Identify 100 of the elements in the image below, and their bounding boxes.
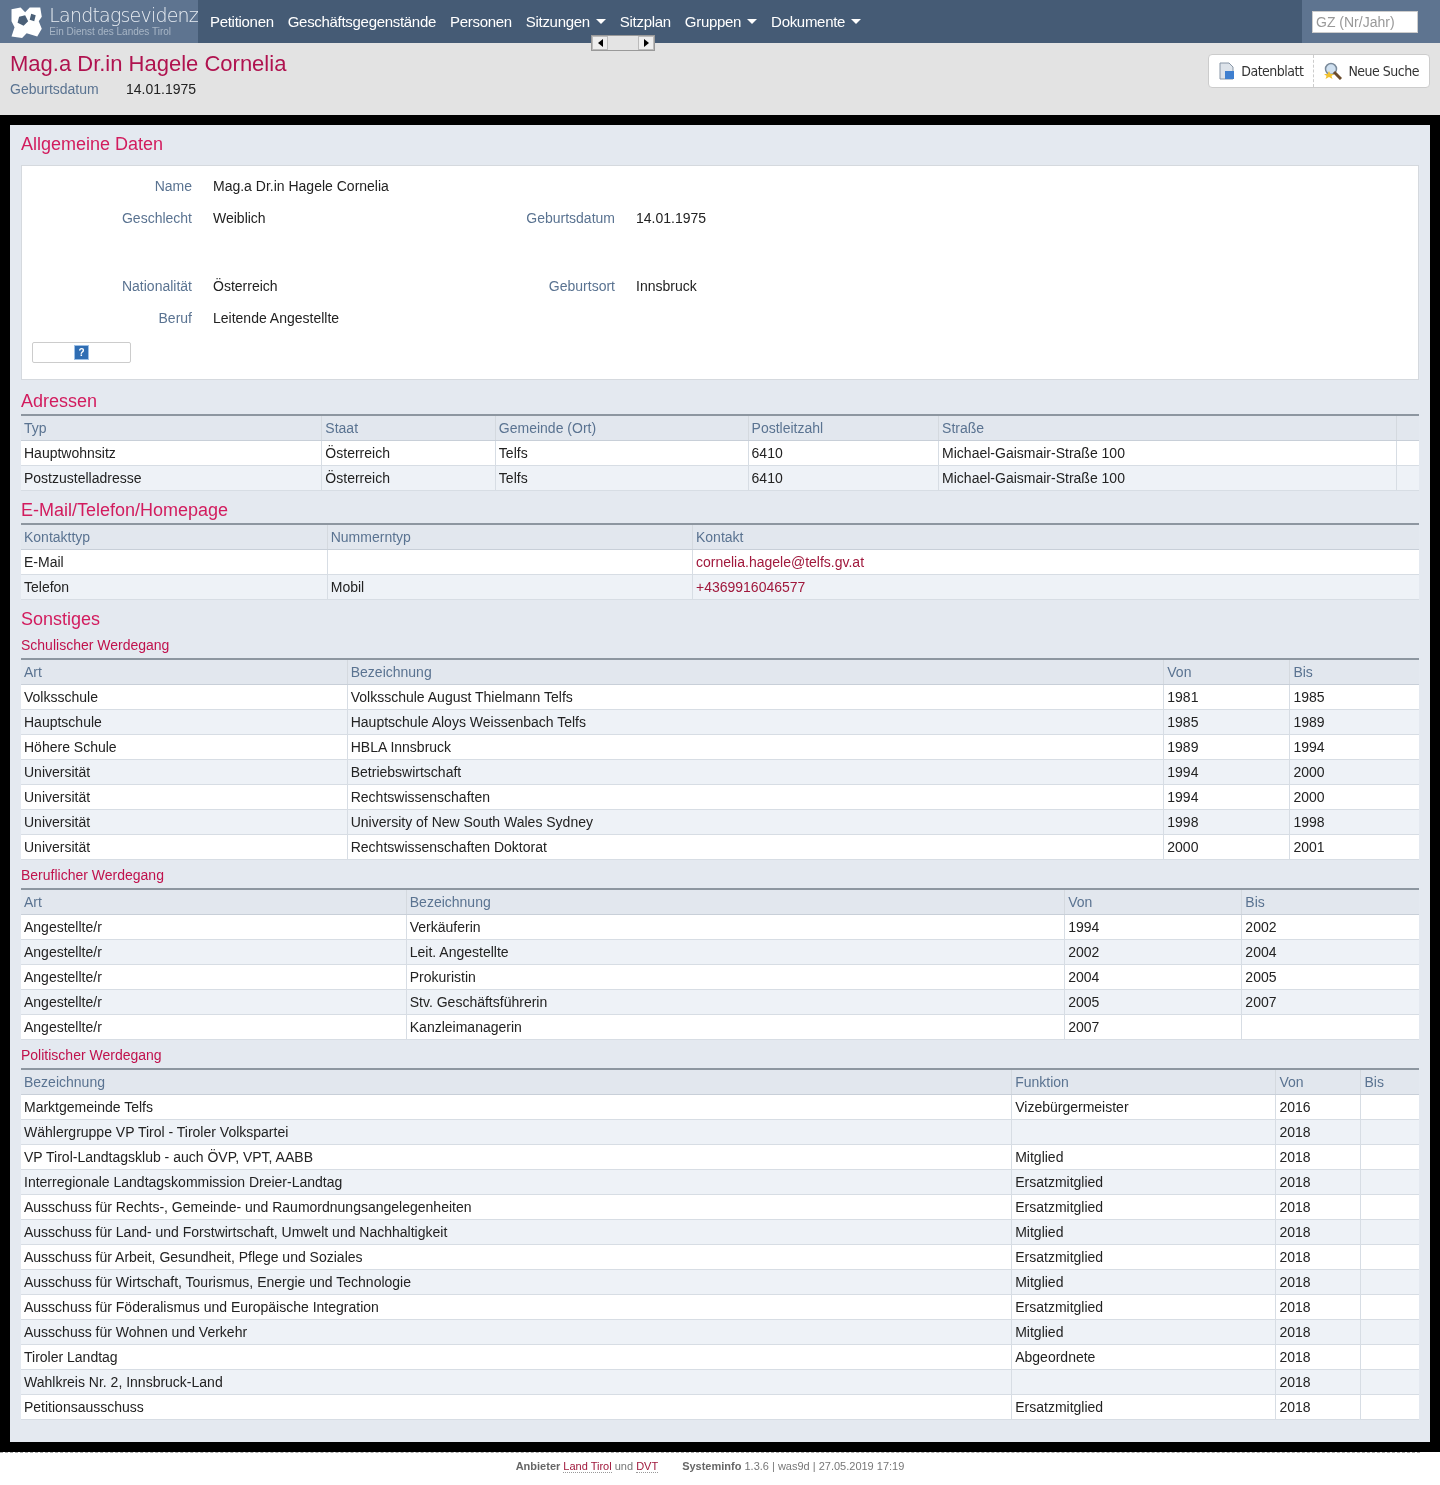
table-cell: 2004: [1068, 969, 1100, 985]
column-header: Von: [1064, 889, 1242, 915]
subsection-title: Politischer Werdegang: [21, 1046, 163, 1064]
column-header: Bis: [1360, 1069, 1419, 1095]
table-cell: VP Tirol-Landtagsklub - auch ÖVP, VPT, AABB: [24, 1149, 313, 1165]
field-label: Geburtsdatum: [525, 210, 615, 226]
nav-link[interactable]: Sitzplan: [612, 13, 678, 30]
table-cell: Österreich: [321, 440, 496, 466]
nav-link[interactable]: Geschäftsgegenstände: [280, 13, 443, 30]
document-icon: [1219, 62, 1236, 80]
brand-logo[interactable]: Landtagsevidenz Ein Dienst des Landes Tirol: [0, 0, 198, 43]
brand-tagline: Ein Dienst des Landes Tirol: [49, 27, 172, 37]
provider-text: Anbieter Land Tirol und DVT: [515, 1460, 659, 1475]
field-value: 14.01.1975: [636, 210, 708, 226]
column-header: Bis: [1241, 889, 1419, 915]
column-header: Art: [21, 889, 407, 915]
birthdate-label: Geburtsdatum: [10, 81, 100, 97]
column-header: Staat: [321, 415, 496, 441]
table-cell: 2018: [1279, 1374, 1311, 1390]
table-cell: 2018: [1279, 1274, 1311, 1290]
table-cell: Postzustelladresse: [21, 465, 322, 491]
nav-link[interactable]: Gruppen: [677, 13, 765, 30]
table-cell: 1998: [1293, 814, 1325, 830]
table-cell: Rechtswissenschaften: [350, 789, 490, 805]
footer-link[interactable]: Land Tirol: [563, 1460, 612, 1473]
table-cell: Universität: [24, 814, 91, 830]
toolbar-button[interactable]: Datenblatt: [1209, 55, 1314, 87]
table-cell: HBLA Innsbruck: [350, 739, 452, 755]
column-header: Von: [1163, 659, 1290, 685]
section-title: Sonstiges: [21, 608, 102, 631]
table-cell: Mobil: [330, 579, 365, 595]
table-cell: University of New South Wales Sydney: [350, 814, 593, 830]
table-cell: Rechtswissenschaften Doktorat: [350, 839, 547, 855]
table-cell: Universität: [24, 764, 91, 780]
nav-link[interactable]: Dokumente: [764, 13, 869, 30]
help-icon[interactable]: ?: [74, 345, 89, 360]
table-cell: Marktgemeinde Telfs: [24, 1099, 153, 1115]
column-header: Kontakttyp: [21, 524, 328, 550]
column-header: Nummerntyp: [327, 524, 693, 550]
table-cell: 2002: [1245, 919, 1277, 935]
footer-link[interactable]: DVT: [636, 1460, 659, 1473]
nav-link[interactable]: Petitionen: [198, 13, 281, 30]
table-cell: Angestellte/r: [24, 994, 102, 1010]
table-cell: Angestellte/r: [24, 969, 102, 985]
column-header: Bezeichnung: [347, 659, 1164, 685]
table-cell: 2005: [1068, 994, 1100, 1010]
table-cell: Telfs: [495, 465, 749, 491]
table-cell: Michael-Gaismair-Straße 100: [938, 440, 1397, 466]
field-value: Innsbruck: [636, 278, 698, 294]
contact-link[interactable]: cornelia.hagele@telfs.gv.at: [695, 554, 865, 570]
nav-link[interactable]: Sitzungen: [518, 13, 613, 30]
table-cell: 2000: [1293, 789, 1325, 805]
table-cell: Ausschuss für Wohnen und Verkehr: [24, 1324, 248, 1340]
table-cell: Leit. Angestellte: [409, 944, 509, 960]
table-cell: Österreich: [321, 465, 496, 491]
column-header: Typ: [21, 415, 322, 441]
table-cell: Tiroler Landtag: [24, 1349, 118, 1365]
table-cell: 2004: [1245, 944, 1277, 960]
table-cell: 1994: [1068, 919, 1100, 935]
field-value: Österreich: [213, 278, 279, 294]
table-cell: 1985: [1293, 689, 1325, 705]
person-name: Mag.a Dr.in Hagele Cornelia: [10, 51, 287, 77]
table-cell: 6410: [748, 440, 939, 466]
table-cell: Angestellte/r: [24, 1019, 102, 1035]
table-cell: 2001: [1293, 839, 1325, 855]
table-cell: Volksschule: [24, 689, 98, 705]
search-field[interactable]: GZ (Nr/Jahr): [1312, 10, 1418, 33]
table-cell: 1985: [1167, 714, 1199, 730]
table-cell: Ersatzmitglied: [1015, 1199, 1104, 1215]
column-header: Bezeichnung: [406, 889, 1065, 915]
table-cell: 2005: [1245, 969, 1277, 985]
table-cell: Volksschule August Thielmann Telfs: [350, 689, 573, 705]
section-title: Adressen: [21, 390, 99, 413]
table-cell: Ersatzmitglied: [1015, 1174, 1104, 1190]
table-cell: Universität: [24, 839, 91, 855]
table-cell: Telfs: [495, 440, 749, 466]
table-cell: 2018: [1279, 1249, 1311, 1265]
nav-link[interactable]: Personen: [443, 13, 519, 30]
field-value: Weiblich: [213, 210, 267, 226]
contact-link[interactable]: +4369916046577: [695, 579, 806, 595]
table-cell: Betriebswirtschaft: [350, 764, 462, 780]
table-cell: 2000: [1293, 764, 1325, 780]
table-cell: Michael-Gaismair-Straße 100: [938, 465, 1397, 491]
table-cell: 1989: [1167, 739, 1199, 755]
table-cell: Interregionale Landtagskommission Dreier-Landtag: [24, 1174, 343, 1190]
table-cell: 2018: [1279, 1299, 1311, 1315]
toolbar-button[interactable]: Neue Suche: [1313, 55, 1429, 87]
table-cell: 2018: [1279, 1199, 1311, 1215]
table-cell: 1994: [1167, 789, 1199, 805]
column-header: Straße: [938, 415, 1397, 441]
table-cell: 2018: [1279, 1324, 1311, 1340]
table-cell: Mitglied: [1015, 1324, 1064, 1340]
field-label: Beruf: [157, 310, 192, 326]
table-cell: Ausschuss für Land- und Forstwirtschaft, Umwelt und Nachhaltigkeit: [24, 1224, 448, 1240]
subsection-title: Schulischer Werdegang: [21, 636, 171, 654]
table-cell: Verkäuferin: [409, 919, 481, 935]
magnifier-star-icon: [1324, 62, 1343, 80]
table-cell: Hauptschule: [24, 714, 102, 730]
table-cell: 6410: [748, 465, 939, 491]
scrollbar-widget[interactable]: [591, 35, 655, 51]
